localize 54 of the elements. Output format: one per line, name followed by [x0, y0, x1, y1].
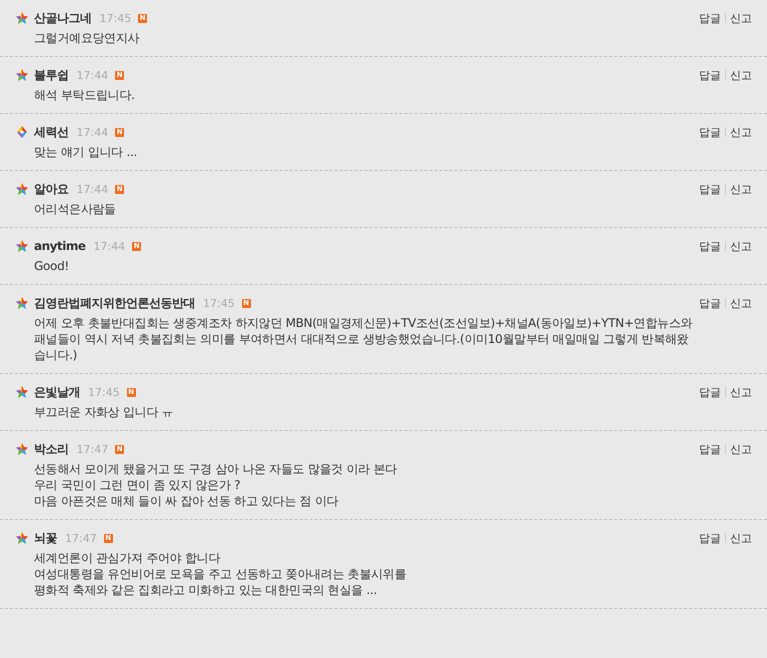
reply-link[interactable]: 답글: [699, 238, 721, 254]
comment-text: 세계언론이 관심가져 주어야 합니다 여성대통령을 유언비어로 모욕을 주고 선동하고 쫒아내려는 촛불시위를 평화적 축제와 같은 집회라고 미화하고 있는 대한민국의 현실을 ...: [34, 550, 408, 598]
reply-link[interactable]: 답글: [699, 68, 721, 82]
reply-link[interactable]: 답글: [699, 384, 721, 400]
reply-link[interactable]: 답글: [699, 124, 721, 140]
author-name[interactable]: 블루쉽: [34, 66, 68, 84]
star-icon: [15, 385, 29, 399]
report-link[interactable]: 신고: [730, 68, 752, 82]
report-link[interactable]: 신고: [730, 182, 752, 196]
star-icon: [15, 239, 29, 253]
comment-text: 맞는 얘기 입니다 ...: [34, 144, 138, 160]
star-icon: [15, 182, 29, 196]
comment-time: 17:44: [76, 126, 108, 138]
author-name[interactable]: 박소리: [34, 440, 68, 458]
report-link[interactable]: 신고: [730, 238, 752, 254]
report-link[interactable]: 신고: [730, 10, 752, 26]
star-icon: [15, 296, 29, 310]
comment-time: 17:45: [203, 296, 235, 310]
star-icon: [15, 442, 29, 456]
reply-link[interactable]: 답글: [699, 296, 721, 310]
comment-text: 그럴거예요당연지사: [34, 30, 140, 46]
comment-text: 어제 오후 촛불반대집회는 생중계조차 하지않던 MBN(매일경제신문)+TV조선(조선일보)+채널A(동아일보)+YTN+연합뉴스와 패널들이 역시 저녁 촛불집회는 의미를 부여하면서 대대적으로 생방송했었습니다.(이미10월말부터 매일매일 그렇게 반복해왔습니다.): [34, 315, 694, 363]
author-name[interactable]: anytime: [34, 239, 86, 253]
author-name[interactable]: 뇌꽃: [34, 530, 57, 546]
star-icon: [15, 68, 29, 82]
author-name[interactable]: 세력선: [34, 124, 68, 140]
reply-link[interactable]: 답글: [699, 10, 721, 26]
author-name[interactable]: 산골나그네: [34, 10, 92, 26]
author-name[interactable]: 알아요: [34, 180, 68, 198]
author-name[interactable]: 은빛날개: [34, 384, 80, 400]
author-name[interactable]: 김영란법폐지위한언론선동반대: [34, 294, 195, 312]
reply-link[interactable]: 답글: [699, 530, 721, 546]
gem-icon: [15, 125, 29, 139]
comment-text: 부끄러운 자화상 입니다 ㅠ: [34, 404, 174, 420]
report-link[interactable]: 신고: [730, 530, 752, 546]
star-icon: [15, 11, 29, 25]
report-link[interactable]: 신고: [730, 124, 752, 140]
comment-time: 17:44: [76, 182, 108, 196]
comment-time: 17:45: [100, 12, 132, 24]
comment-text: 해석 부탁드립니다.: [34, 87, 136, 103]
report-link[interactable]: 신고: [730, 296, 752, 310]
comment-text: 어리석은사람들: [34, 201, 117, 217]
report-link[interactable]: 신고: [730, 384, 752, 400]
comment-text: 선동해서 모이게 됐을거고 또 구경 삼아 나온 자들도 많을것 이라 본다 우리 국민이 그런 면이 좀 있지 않은가 ? 마음 아픈것은 매체 들이 싸 잡아 선동 하고 있다는 점 이다: [34, 461, 398, 509]
reply-link[interactable]: 답글: [699, 182, 721, 196]
comment-text: Good!: [34, 258, 70, 274]
report-link[interactable]: 신고: [730, 442, 752, 456]
reply-link[interactable]: 답글: [699, 442, 721, 456]
comment-time: 17:44: [76, 68, 108, 82]
comment-time: 17:45: [88, 386, 120, 398]
comment-time: 17:47: [76, 442, 108, 456]
comment-time: 17:44: [93, 240, 126, 252]
comment-time: 17:47: [65, 532, 97, 544]
star-icon: [15, 531, 29, 545]
